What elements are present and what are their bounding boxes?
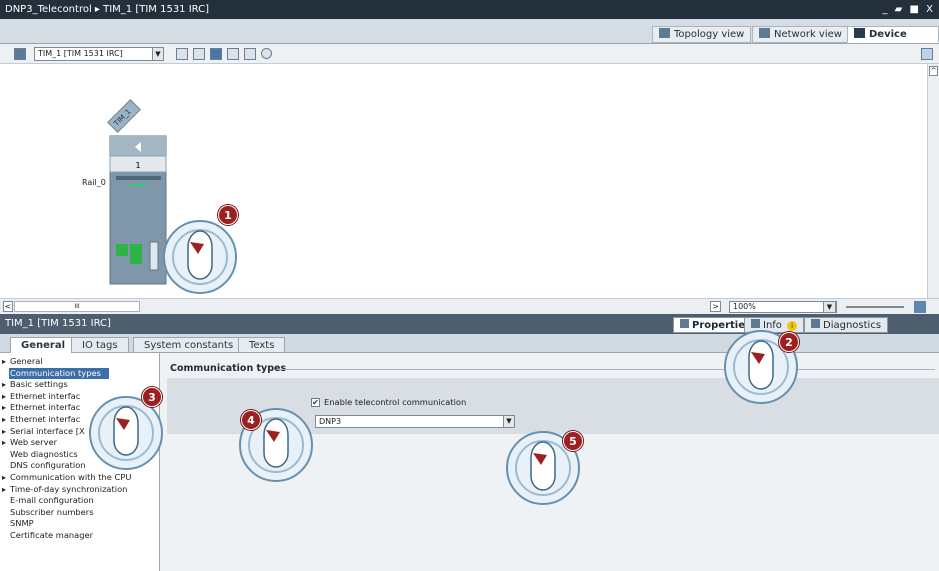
scroll-right-icon[interactable]: >	[710, 301, 721, 312]
network-icon	[759, 28, 770, 38]
protocol-select[interactable]: DNP3 ▼	[315, 415, 515, 428]
callout-mouse-icon	[160, 217, 240, 297]
diagnostics-icon	[811, 319, 820, 328]
vertical-scrollbar[interactable]: ^	[927, 64, 939, 298]
rack-icon[interactable]	[176, 48, 188, 60]
section-title: Communication types	[170, 363, 287, 374]
tab-topology-view[interactable]: Topology view	[652, 26, 752, 43]
device-select[interactable]: TIM_1 [TIM 1531 IRC] ▼	[34, 47, 164, 61]
callout-badge: 4	[241, 410, 261, 430]
horizontal-scrollbar[interactable]: < III > 100% ▼	[0, 298, 939, 314]
tab-diagnostics[interactable]: Diagnostics	[804, 317, 889, 333]
port-icon	[130, 244, 142, 264]
scroll-thumb[interactable]: III	[14, 301, 140, 312]
chevron-down-icon: ▼	[503, 416, 514, 427]
checkbox-label: Enable telecontrol communication	[324, 397, 467, 407]
nav-item[interactable]: Time-of-day synchronization	[0, 484, 150, 496]
chevron-down-icon: ▼	[152, 48, 163, 60]
nav-item[interactable]: Basic settings	[0, 379, 150, 391]
nav-item[interactable]: E-mail configuration	[0, 495, 150, 507]
callout-badge: 5	[563, 431, 583, 451]
device-toolbar: TIM_1 [TIM 1531 IRC] ▼	[0, 44, 939, 64]
zoom-select[interactable]: 100%	[729, 301, 837, 313]
scroll-up-icon[interactable]: ^	[929, 66, 938, 76]
table-icon[interactable]	[193, 48, 205, 60]
callout-badge: 3	[142, 387, 162, 407]
rail-label: Rail_0	[82, 178, 106, 187]
tab-io-tags[interactable]: IO tags	[71, 337, 129, 353]
device-graphic: TIM_1 1 Rail_0	[82, 99, 167, 285]
tab-general[interactable]: General	[10, 337, 76, 353]
title-bar: DNP3_Telecontrol ▸ TIM_1 [TIM 1531 IRC] …	[0, 0, 939, 19]
callout-badge: 1	[218, 205, 238, 225]
edit-icon[interactable]	[210, 48, 222, 60]
nav-item[interactable]: SNMP	[0, 518, 150, 530]
layout-icon[interactable]	[244, 48, 256, 60]
nav-item[interactable]: Certificate manager	[0, 530, 150, 542]
scroll-left-icon[interactable]: <	[3, 301, 13, 312]
tab-system-constants[interactable]: System constants	[133, 337, 245, 353]
panel-title: TIM_1 [TIM 1531 IRC]	[5, 318, 111, 329]
nav-item-communication-types[interactable]: Communication types	[9, 367, 109, 380]
nav-item[interactable]: Subscriber numbers	[0, 507, 150, 519]
grid-icon[interactable]	[227, 48, 239, 60]
window-controls[interactable]: _ ▰ ■ X	[882, 0, 935, 19]
nav-item[interactable]: Communication with the CPU	[0, 472, 150, 484]
module-led-strip	[116, 176, 161, 180]
zoom-icon[interactable]	[261, 48, 272, 59]
zoom-slider[interactable]	[846, 306, 904, 308]
chevron-down-icon[interactable]: ▼	[823, 301, 836, 313]
view-tabs: Topology view Network view Device view	[0, 19, 939, 56]
status-led	[130, 184, 146, 186]
section-divider	[277, 369, 935, 370]
connector-icon	[149, 241, 159, 271]
tab-texts[interactable]: Texts	[238, 337, 286, 353]
device-canvas[interactable]: TIM_1 1 Rail_0 1	[0, 64, 927, 298]
topology-icon	[659, 28, 670, 38]
tab-network-view[interactable]: Network view	[752, 26, 849, 43]
slot-number: 1	[135, 161, 140, 170]
device-icon	[854, 28, 865, 38]
overview-icon[interactable]	[921, 48, 933, 60]
window-title: DNP3_Telecontrol ▸ TIM_1 [TIM 1531 IRC]	[5, 4, 210, 15]
callout-badge: 2	[779, 332, 799, 352]
tab-device-view[interactable]: Device view	[847, 26, 939, 56]
port-icon	[116, 244, 128, 256]
fit-icon[interactable]	[914, 301, 926, 313]
nav-item[interactable]: General	[0, 356, 150, 368]
device-tree-icon[interactable]	[14, 48, 26, 60]
properties-icon	[680, 319, 689, 328]
